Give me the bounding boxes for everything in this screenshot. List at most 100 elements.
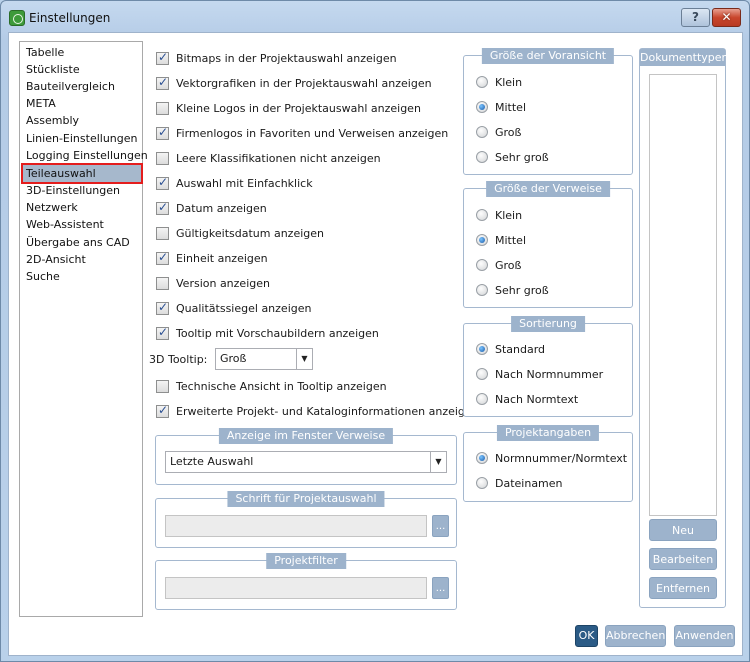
radio-label: Mittel	[495, 234, 526, 247]
group-title: Anzeige im Fenster Verweise	[218, 428, 394, 444]
tooltip-3d-label: 3D Tooltip:	[149, 353, 208, 366]
group-title: Projektfilter	[266, 553, 346, 569]
help-button[interactable]: ?	[681, 8, 710, 27]
group-title: Projektangaben	[496, 425, 600, 441]
chevron-down-icon[interactable]: ▼	[430, 452, 446, 472]
chevron-down-icon[interactable]: ▼	[296, 349, 312, 369]
radio-button[interactable]	[476, 259, 488, 271]
title-bar: Einstellungen ? ✕	[1, 1, 749, 33]
checkbox[interactable]	[156, 250, 169, 265]
dokumenttypen-title: Dokumenttypen	[640, 49, 729, 66]
group-projektfilter: Projektfilter ...	[155, 553, 457, 610]
radio-label: Klein	[495, 76, 523, 89]
nav-item-2d-ansicht[interactable]: 2D-Ansicht	[23, 251, 141, 268]
checkbox[interactable]	[156, 403, 169, 418]
radio-label: Mittel	[495, 101, 526, 114]
projektfilter-field[interactable]	[165, 577, 427, 599]
checkbox[interactable]	[156, 300, 169, 315]
anzeige-verweise-dropdown[interactable]: Letzte Auswahl ▼	[165, 451, 447, 473]
radio-button[interactable]	[476, 452, 488, 464]
radio-button[interactable]	[476, 151, 488, 163]
option-label: Technische Ansicht in Tooltip anzeigen	[176, 380, 387, 393]
group-projektangaben: Projektangaben Normnummer/Normtext Datei…	[463, 425, 633, 502]
option-label: Erweiterte Projekt- und Kataloginformati…	[176, 405, 479, 418]
checkbox[interactable]	[156, 50, 169, 65]
radio-button[interactable]	[476, 234, 488, 246]
checkbox[interactable]	[156, 125, 169, 140]
radio-button[interactable]	[476, 76, 488, 88]
dokumenttypen-panel: Dokumenttypen Neu Bearbeiten Entfernen	[639, 48, 729, 608]
checkbox[interactable]	[156, 102, 169, 115]
nav-item-bauteilvergleich[interactable]: Bauteilvergleich	[23, 78, 141, 95]
option-label: Datum anzeigen	[176, 202, 267, 215]
group-anzeige-verweise: Anzeige im Fenster Verweise Letzte Auswa…	[155, 428, 457, 485]
projektfilter-browse-button[interactable]: ...	[432, 577, 449, 599]
ok-button[interactable]: OK	[575, 625, 598, 647]
neu-button[interactable]: Neu	[649, 519, 717, 541]
dokumenttypen-list[interactable]	[649, 74, 717, 516]
radio-label: Normnummer/Normtext	[495, 452, 628, 465]
anzeige-verweise-value: Letzte Auswahl	[170, 455, 254, 468]
group-title: Schrift für Projektauswahl	[227, 491, 385, 507]
nav-item-meta[interactable]: META	[23, 95, 141, 112]
group-title: Sortierung	[511, 316, 585, 332]
option-label: Qualitätssiegel anzeigen	[176, 302, 312, 315]
window-title: Einstellungen	[29, 11, 111, 25]
option-label: Tooltip mit Vorschaubildern anzeigen	[176, 327, 379, 340]
radio-button[interactable]	[476, 368, 488, 380]
radio-label: Sehr groß	[495, 284, 549, 297]
schrift-browse-button[interactable]: ...	[432, 515, 449, 537]
nav-item-stueckliste[interactable]: Stückliste	[23, 61, 141, 78]
tooltip-3d-value: Groß	[220, 352, 247, 365]
checkbox[interactable]	[156, 277, 169, 290]
checkbox[interactable]	[156, 325, 169, 340]
checkbox[interactable]	[156, 227, 169, 240]
nav-item-web-assistent[interactable]: Web-Assistent	[23, 216, 141, 233]
nav-item-linien-einstellungen[interactable]: Linien-Einstellungen	[23, 130, 141, 147]
checkbox[interactable]	[156, 175, 169, 190]
radio-button[interactable]	[476, 126, 488, 138]
checkbox[interactable]	[156, 75, 169, 90]
radio-button[interactable]	[476, 209, 488, 221]
tooltip-3d-dropdown[interactable]: Groß ▼	[215, 348, 313, 370]
schrift-field[interactable]	[165, 515, 427, 537]
apply-button[interactable]: Anwenden	[674, 625, 735, 647]
nav-item-suche[interactable]: Suche	[23, 268, 141, 285]
bearbeiten-button[interactable]: Bearbeiten	[649, 548, 717, 570]
nav-item-assembly[interactable]: Assembly	[23, 112, 141, 129]
checkbox[interactable]	[156, 200, 169, 215]
radio-label: Groß	[495, 259, 522, 272]
checkbox[interactable]	[156, 152, 169, 165]
nav-item-3d-einstellungen[interactable]: 3D-Einstellungen	[23, 182, 141, 199]
option-label: Firmenlogos in Favoriten und Verweisen a…	[176, 127, 449, 140]
checkbox[interactable]	[156, 380, 169, 393]
nav-item-logging-einstellungen[interactable]: Logging Einstellungen	[23, 147, 148, 164]
radio-label: Nach Normtext	[495, 393, 579, 406]
radio-button[interactable]	[476, 284, 488, 296]
option-label: Auswahl mit Einfachklick	[176, 177, 313, 190]
nav-item-netzwerk[interactable]: Netzwerk	[23, 199, 141, 216]
radio-label: Klein	[495, 209, 523, 222]
entfernen-button[interactable]: Entfernen	[649, 577, 717, 599]
radio-button[interactable]	[476, 343, 488, 355]
close-button[interactable]: ✕	[712, 8, 741, 27]
radio-button[interactable]	[476, 101, 488, 113]
radio-button[interactable]	[476, 477, 488, 489]
nav-item-uebergabe-cad[interactable]: Übergabe ans CAD	[23, 234, 141, 251]
radio-label: Sehr groß	[495, 151, 549, 164]
nav-item-teileauswahl[interactable]: Teileauswahl	[21, 163, 143, 184]
dialog-content: Tabelle Stückliste Bauteilvergleich META…	[8, 32, 743, 656]
radio-button[interactable]	[476, 393, 488, 405]
option-label: Kleine Logos in der Projektauswahl anzei…	[176, 102, 421, 115]
option-label: Gültigkeitsdatum anzeigen	[176, 227, 325, 240]
group-schrift-projektauswahl: Schrift für Projektauswahl ...	[155, 491, 457, 548]
settings-category-list[interactable]: Tabelle Stückliste Bauteilvergleich META…	[19, 41, 148, 617]
cancel-button[interactable]: Abbrechen	[605, 625, 666, 647]
option-label: Bitmaps in der Projektauswahl anzeigen	[176, 52, 397, 65]
group-title: Größe der Verweise	[486, 181, 610, 197]
nav-item-tabelle[interactable]: Tabelle	[23, 44, 141, 61]
group-groesse-verweise: Größe der Verweise Klein Mittel Groß Seh…	[463, 181, 633, 308]
group-groesse-voransicht: Größe der Voransicht Klein Mittel Groß S…	[463, 48, 633, 175]
option-label: Einheit anzeigen	[176, 252, 268, 265]
option-label: Leere Klassifikationen nicht anzeigen	[176, 152, 381, 165]
